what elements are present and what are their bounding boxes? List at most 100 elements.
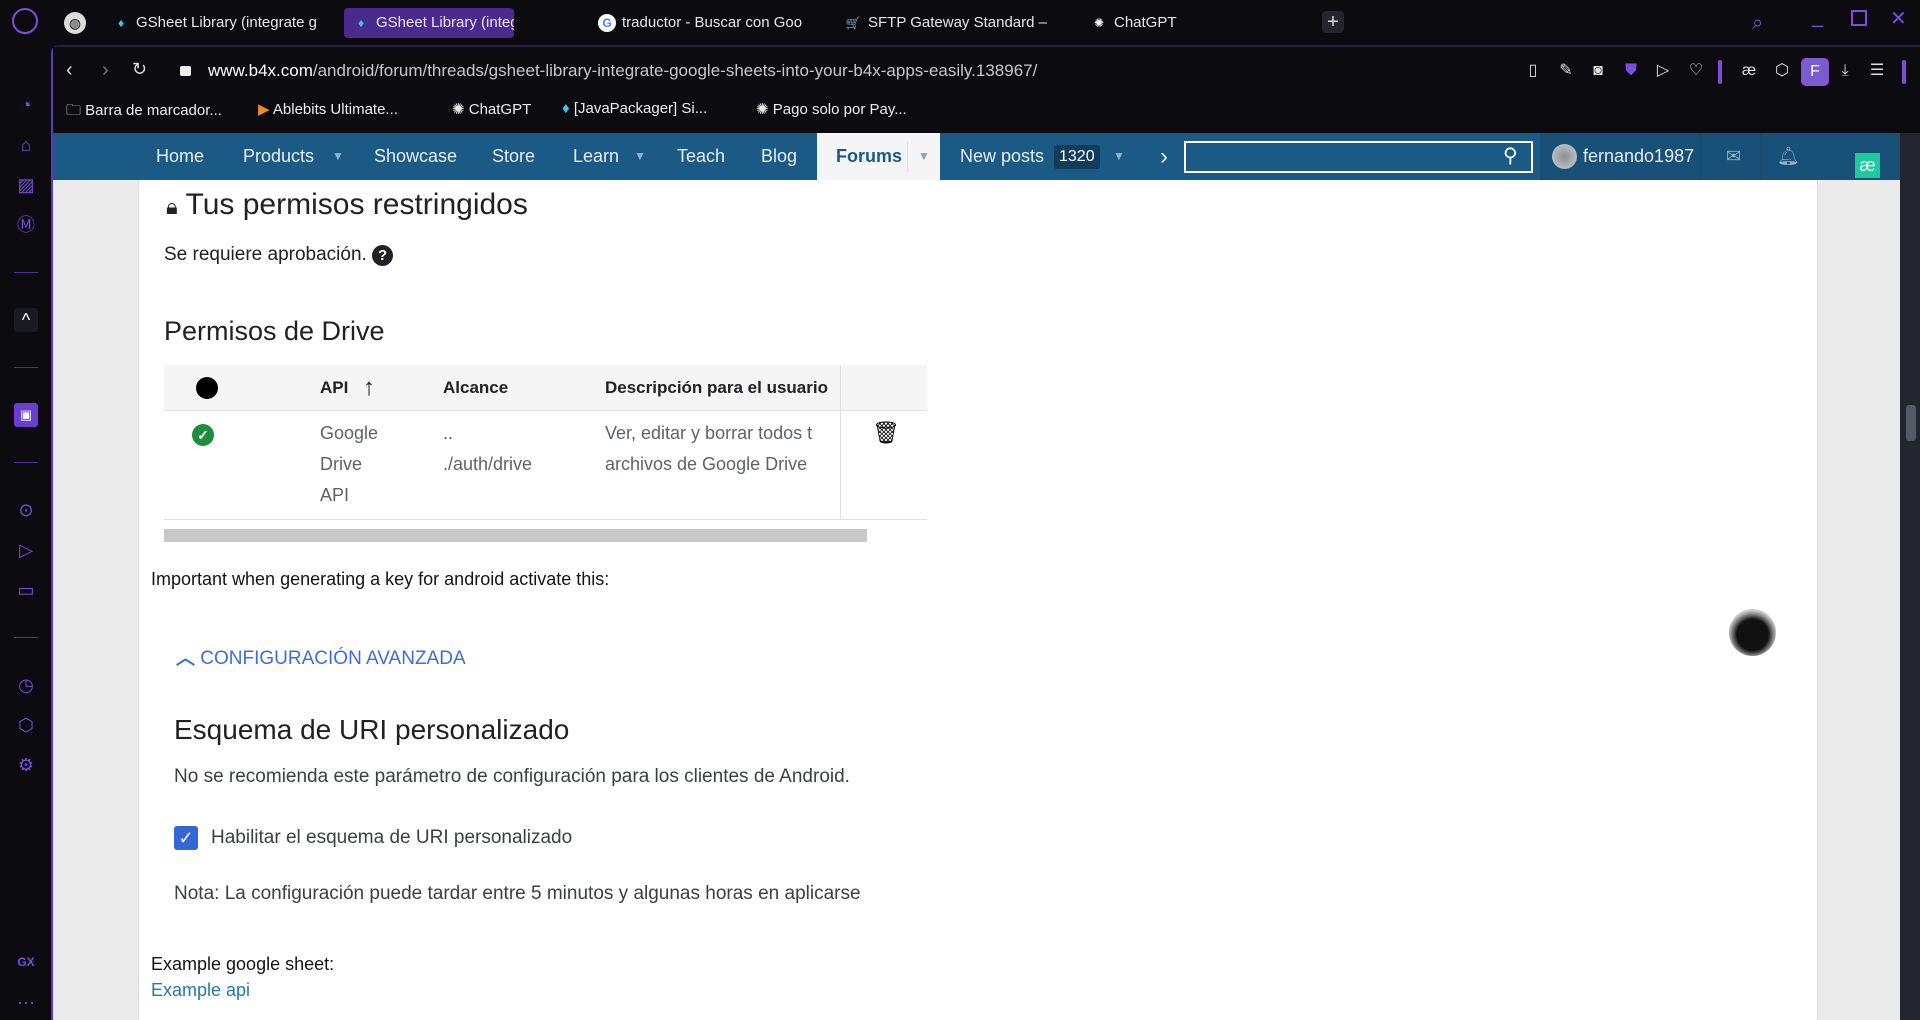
wallet-icon[interactable]: ▭ xyxy=(14,578,38,602)
tv-icon[interactable]: ▨ xyxy=(14,173,38,197)
profile-avatar[interactable]: F xyxy=(1801,58,1829,86)
bookmark[interactable]: ✺ Pago solo por Pay... xyxy=(756,100,907,118)
speed-dial-icon[interactable]: ◔ xyxy=(14,93,38,117)
col-description[interactable]: Descripción para el usuario xyxy=(605,365,828,411)
help-icon[interactable]: ? xyxy=(372,245,394,266)
send-icon[interactable]: ▷ xyxy=(14,538,38,562)
col-api[interactable]: API xyxy=(320,365,348,411)
more-icon[interactable]: ··· xyxy=(14,990,38,1014)
browser-sidebar: ◔ ⌂ ▨ Ⓜ ^ ▣ ⊙ ▷ ▭ ◷ ⬡ ⚙ GX ··· xyxy=(0,0,52,1020)
search-input[interactable] xyxy=(1184,141,1533,173)
player-icon[interactable]: ⊙ xyxy=(14,498,38,522)
divider xyxy=(1902,60,1906,84)
uri-scheme-checkbox[interactable]: ✓ xyxy=(174,826,198,850)
minimize-button[interactable]: _ xyxy=(1812,6,1823,29)
chatgpt-icon: ✺ xyxy=(756,101,769,118)
nav-home[interactable]: Home xyxy=(156,133,204,180)
vpn-shield-icon[interactable]: ⛊ xyxy=(1620,60,1642,82)
nav-showcase[interactable]: Showcase xyxy=(374,133,457,180)
camera-icon[interactable]: ◙ xyxy=(1587,60,1609,82)
nav-blog[interactable]: Blog xyxy=(761,133,797,180)
table-cell-api: Google Drive API xyxy=(320,423,379,505)
send-icon[interactable]: ▷ xyxy=(1652,60,1674,82)
search-icon[interactable]: ⚲ xyxy=(1503,143,1518,168)
bookmark[interactable]: ▶ Ablebits Ultimate... xyxy=(258,100,398,118)
tab-search-icon[interactable]: ⌕ xyxy=(1752,12,1763,35)
divider xyxy=(907,142,908,172)
tab-title: traductor - Buscar con Goo xyxy=(622,14,803,31)
reader-icon[interactable]: ▯ xyxy=(1522,60,1544,82)
user-avatar[interactable] xyxy=(1552,144,1577,169)
ae-logo-icon[interactable]: æ xyxy=(1855,153,1880,178)
cube-icon[interactable]: ⬡ xyxy=(1771,60,1793,82)
maximize-button[interactable] xyxy=(1851,10,1867,26)
chevron-down-icon[interactable]: ▼ xyxy=(918,133,930,180)
scrollbar-thumb[interactable] xyxy=(1906,405,1916,441)
chevron-down-icon[interactable]: ▼ xyxy=(1113,133,1125,180)
new-tab-button[interactable]: + xyxy=(1322,11,1344,33)
tab-active[interactable]: ♦ GSheet Library (integrate g xyxy=(344,8,514,38)
gx-label[interactable]: GX xyxy=(14,950,38,974)
globe-icon[interactable]: ◍ xyxy=(64,12,86,34)
close-button[interactable]: ✕ xyxy=(1890,6,1907,31)
b4x-flame-icon: ♦ xyxy=(357,16,365,30)
chevron-right-icon[interactable]: › xyxy=(1160,133,1168,180)
bell-icon[interactable]: 🔔︎ xyxy=(1777,133,1800,180)
check-circle-icon: ✓ xyxy=(192,424,214,446)
history-icon[interactable]: ◷ xyxy=(14,673,38,697)
nav-forums[interactable]: Forums xyxy=(836,133,902,180)
nav-new-posts[interactable]: New posts xyxy=(960,133,1044,180)
nav-teach[interactable]: Teach xyxy=(677,133,725,180)
divider xyxy=(14,462,38,463)
twitch-icon[interactable]: ▣ xyxy=(14,403,38,427)
tab[interactable]: Gtraductor - Buscar con Goo xyxy=(590,8,820,38)
checkbox-label[interactable]: Habilitar el esquema de URI personalizad… xyxy=(211,827,572,849)
select-all-indicator[interactable] xyxy=(196,377,218,399)
heart-icon[interactable]: ♡ xyxy=(1685,60,1707,82)
menu-icon[interactable]: ☰ xyxy=(1866,60,1888,82)
settings-icon[interactable]: ⚙ xyxy=(14,753,38,777)
reload-button[interactable]: ↻ xyxy=(132,59,147,80)
back-button[interactable]: ‹ xyxy=(66,59,73,82)
nav-store[interactable]: Store xyxy=(492,133,535,180)
advanced-settings-toggle[interactable]: ︿ CONFIGURACIÓN AVANZADA xyxy=(176,643,466,670)
chevron-down-icon[interactable]: ▼ xyxy=(634,133,646,180)
cleaner-icon[interactable]: ⌂ xyxy=(14,133,38,157)
extensions-icon[interactable]: ⬡ xyxy=(14,713,38,737)
username[interactable]: fernando1987 xyxy=(1583,133,1694,180)
divider xyxy=(14,272,38,273)
envelope-icon[interactable]: ✉ xyxy=(1726,133,1741,180)
bookmark[interactable]: ♦ [JavaPackager] Si... xyxy=(562,100,707,117)
divider xyxy=(1718,60,1722,84)
arrow-up-icon[interactable]: ↑ xyxy=(363,365,375,411)
divider xyxy=(164,519,927,520)
ae-extension-icon[interactable]: æ xyxy=(1738,60,1760,82)
ram-limiter-icon[interactable]: Ⓜ xyxy=(14,213,38,237)
nav-learn[interactable]: Learn xyxy=(573,133,619,180)
example-api-link[interactable]: Example api xyxy=(151,980,250,1001)
trash-icon[interactable]: 🗑︎ xyxy=(872,420,900,446)
edit-icon[interactable]: ✎ xyxy=(1555,60,1577,82)
google-icon: G xyxy=(598,14,616,32)
forward-button[interactable]: › xyxy=(102,59,109,82)
horizontal-scrollbar[interactable] xyxy=(164,529,867,542)
uri-scheme-title: Esquema de URI personalizado xyxy=(174,714,570,745)
aria-icon[interactable]: ^ xyxy=(14,308,38,332)
bookmark[interactable]: ✺ ChatGPT xyxy=(452,100,531,118)
tab[interactable]: 🛒 SFTP Gateway Standard – xyxy=(836,8,1058,38)
chatgpt-icon: ✺ xyxy=(452,101,465,118)
col-scope[interactable]: Alcance xyxy=(443,365,508,411)
restricted-title: 🔒︎ Tus permisos restringidos xyxy=(166,188,528,221)
chevron-down-icon[interactable]: ▼ xyxy=(332,133,344,180)
url-field[interactable]: www.b4x.com/android/forum/threads/gsheet… xyxy=(208,61,1037,81)
nav-products[interactable]: Products xyxy=(243,133,314,180)
tab[interactable]: ♦ GSheet Library (integrate g xyxy=(104,8,332,38)
bot-avatar[interactable] xyxy=(1729,609,1776,656)
bookmark-folder[interactable]: 🗀 Barra de marcador... xyxy=(66,100,222,125)
chevron-up-icon: ︿ xyxy=(176,648,196,669)
divider xyxy=(14,367,38,368)
tab[interactable]: ✺ ChatGPT xyxy=(1082,8,1222,38)
opera-logo-icon[interactable] xyxy=(12,8,38,34)
scrollbar[interactable] xyxy=(1900,133,1920,1020)
download-icon[interactable]: ⤓ xyxy=(1834,60,1856,82)
